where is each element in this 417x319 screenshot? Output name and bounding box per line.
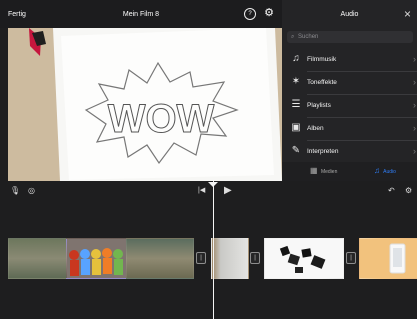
audio-panel-title: Audio bbox=[340, 11, 359, 18]
transition-button[interactable]: | bbox=[196, 252, 206, 264]
audio-browser-panel: Audio × ⌕ Suchen ♫ Filmmusik › ✶ Toneffe… bbox=[282, 0, 417, 181]
video-preview[interactable]: WOW bbox=[8, 28, 282, 181]
timeline-clip[interactable] bbox=[359, 238, 417, 279]
skip-back-icon[interactable]: |◀ bbox=[198, 186, 205, 194]
help-icon[interactable]: ? bbox=[244, 8, 256, 20]
timeline[interactable]: | | | bbox=[0, 202, 417, 319]
transition-button[interactable]: | bbox=[346, 252, 356, 264]
wow-drawing-text: WOW bbox=[108, 97, 215, 141]
audio-icon: ♫ bbox=[374, 166, 380, 175]
chevron-right-icon: › bbox=[413, 77, 416, 87]
clip-thumbnail bbox=[67, 239, 126, 278]
timeline-clip[interactable] bbox=[66, 238, 127, 279]
timeline-clip[interactable] bbox=[211, 238, 249, 279]
audio-item-alben[interactable]: ▣ Alben › bbox=[282, 118, 417, 141]
imovie-app: Fertig Mein Film 8 ? ⚙ WOW Audio × ⌕ Suc… bbox=[0, 0, 417, 319]
microphone-icon[interactable]: 🎙 bbox=[10, 186, 20, 195]
audio-item-label: Filmmusik bbox=[307, 56, 337, 63]
play-icon[interactable]: ▶ bbox=[224, 185, 232, 196]
playhead[interactable] bbox=[208, 181, 218, 319]
clip-thumbnail bbox=[265, 239, 343, 278]
search-icon: ⌕ bbox=[291, 34, 295, 40]
search-placeholder: Suchen bbox=[298, 34, 319, 40]
chevron-right-icon: › bbox=[413, 146, 416, 156]
preview-illustration: WOW bbox=[8, 28, 282, 181]
audio-item-toneffekte[interactable]: ✶ Toneffekte › bbox=[282, 72, 417, 95]
audio-tab-bar: ▦ Medien ♫ Audio bbox=[282, 162, 417, 181]
microphone-icon: ✎ bbox=[291, 145, 301, 156]
chevron-right-icon: › bbox=[413, 100, 416, 110]
sparkle-icon: ✶ bbox=[291, 76, 301, 87]
undo-icon[interactable]: ↶ bbox=[388, 186, 395, 195]
camera-icon[interactable]: ◎ bbox=[28, 186, 35, 195]
audio-item-label: Alben bbox=[307, 125, 324, 132]
top-toolbar: Fertig Mein Film 8 ? ⚙ bbox=[0, 0, 282, 28]
audio-item-label: Toneffekte bbox=[307, 79, 337, 86]
clip-thumbnail bbox=[360, 239, 417, 278]
settings-icon[interactable]: ⚙ bbox=[264, 8, 274, 19]
close-icon[interactable]: × bbox=[404, 8, 411, 20]
album-icon: ▣ bbox=[291, 122, 301, 133]
timeline-clip[interactable] bbox=[8, 238, 67, 279]
tab-label: Audio bbox=[383, 169, 396, 175]
tab-media[interactable]: ▦ Medien bbox=[310, 166, 337, 175]
timeline-clip[interactable] bbox=[264, 238, 344, 279]
project-settings-icon[interactable]: ⚙ bbox=[405, 186, 412, 195]
project-title: Mein Film 8 bbox=[122, 11, 160, 18]
audio-item-label: Interpreten bbox=[307, 148, 339, 155]
media-icon: ▦ bbox=[310, 166, 318, 175]
audio-item-interpreten[interactable]: ✎ Interpreten › bbox=[282, 141, 417, 164]
audio-item-label: Playlists bbox=[307, 102, 331, 109]
audio-item-filmmusik[interactable]: ♫ Filmmusik › bbox=[282, 49, 417, 72]
transition-button[interactable]: | bbox=[250, 252, 260, 264]
music-note-icon: ♫ bbox=[292, 53, 300, 64]
chevron-right-icon: › bbox=[413, 123, 416, 133]
playlist-icon: ☰ bbox=[291, 99, 301, 110]
search-input[interactable]: ⌕ Suchen bbox=[287, 31, 413, 43]
chevron-right-icon: › bbox=[413, 54, 416, 64]
tab-audio[interactable]: ♫ Audio bbox=[374, 166, 396, 175]
timeline-clip[interactable] bbox=[126, 238, 194, 279]
tab-label: Medien bbox=[320, 169, 338, 175]
audio-item-playlists[interactable]: ☰ Playlists › bbox=[282, 95, 417, 118]
